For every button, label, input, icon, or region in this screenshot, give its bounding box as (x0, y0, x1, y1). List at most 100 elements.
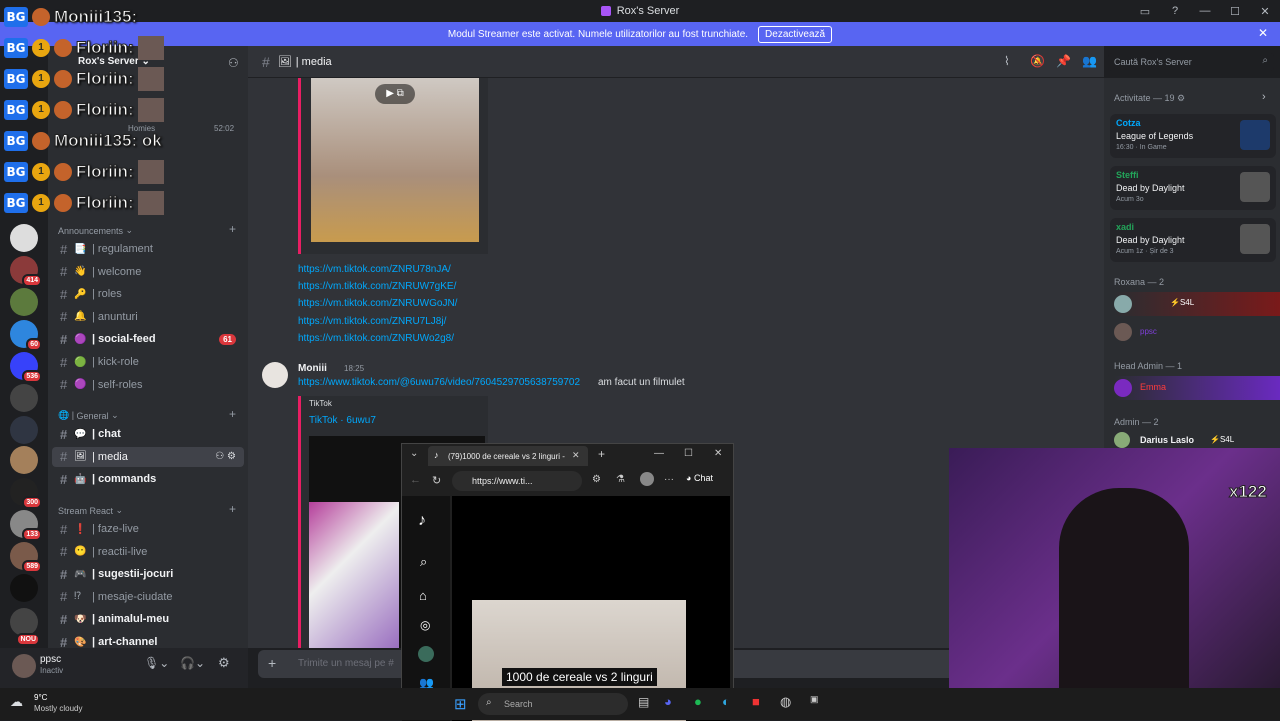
disable-streamer-button[interactable]: Dezactivează (758, 25, 833, 43)
new-tab-icon[interactable]: + (598, 447, 605, 461)
category-general[interactable]: 🌐 | General ⌄ (58, 410, 119, 421)
microphone-icon[interactable]: 🎙⌄ (144, 656, 169, 670)
activity-card[interactable]: xadi Dead by Daylight Acum 1z · Șir de 3 (1110, 218, 1276, 262)
channel-commands[interactable]: # 🤖 | commands (52, 469, 244, 489)
add-channel-icon[interactable]: + (229, 502, 236, 516)
close-icon[interactable]: ✕ (714, 448, 722, 459)
address-bar[interactable]: https://www.ti... (452, 471, 582, 491)
channel-welcome[interactable]: # 👋 | welcome (52, 262, 244, 282)
tiktok-link[interactable]: https://vm.tiktok.com/ZNRUWGoJN/ (298, 298, 457, 309)
maximize-icon[interactable]: ☐ (684, 448, 693, 459)
taskbar-search[interactable]: ⌕ Search (478, 693, 628, 715)
windows-start-icon[interactable]: ⊞ (454, 695, 467, 713)
spotify-icon[interactable]: ● (694, 694, 702, 709)
message-link[interactable]: https://www.tiktok.com/@6uwu76/video/760… (298, 377, 580, 388)
inbox-icon[interactable]: ▭ (1130, 5, 1160, 18)
server-icon[interactable]: 133 (10, 510, 42, 541)
tiktok-link[interactable]: https://vm.tiktok.com/ZNRU7LJ8j/ (298, 316, 446, 327)
banner-close-icon[interactable]: ✕ (1258, 26, 1268, 40)
copilot-chat-button[interactable]: ◕ Chat (686, 473, 713, 483)
search-input[interactable]: Caută Rox's Server ⌕ (1108, 53, 1274, 71)
add-channel-icon[interactable]: + (229, 222, 236, 236)
collections-icon[interactable]: ⚗ (616, 474, 625, 485)
server-icon[interactable]: 536 (10, 352, 42, 383)
channel-media[interactable]: # 🖼 | media ⚇ ⚙ (52, 446, 244, 467)
channel-social-feed[interactable]: # 🟣 | social-feed 61 (52, 329, 244, 349)
chevron-right-icon[interactable]: › (1262, 91, 1266, 103)
home-icon[interactable]: ⌂ (419, 588, 427, 603)
server-icon[interactable] (10, 384, 38, 412)
channel-mesaje-ciudate[interactable]: # ⁉ | mesaje-ciudate (52, 587, 244, 607)
notifications-icon[interactable]: 🔕 (1030, 54, 1045, 68)
channel-kick-role[interactable]: # 🟢 | kick-role (52, 352, 244, 372)
member-row[interactable]: ppsc (1114, 321, 1280, 343)
server-icon[interactable]: 589 (10, 542, 42, 573)
channel-anunturi[interactable]: # 🔔 | anunturi (52, 307, 244, 327)
category-stream-react[interactable]: Stream React ⌄ (58, 505, 123, 516)
tiktok-link[interactable]: https://vm.tiktok.com/ZNRU78nJA/ (298, 264, 451, 275)
play-icon[interactable]: ▶ ⧉ (375, 84, 415, 104)
server-icon[interactable]: NOU (10, 608, 40, 646)
tiktok-logo-icon[interactable]: ♪ (418, 512, 426, 530)
settings-gear-icon[interactable]: ⚙ (218, 655, 230, 671)
username[interactable]: ppsc (40, 654, 61, 665)
maximize-icon[interactable]: ☐ (1220, 5, 1250, 18)
activity-card[interactable]: Steffi Dead by Daylight Acum 3o (1110, 166, 1276, 210)
app-icon[interactable]: ■ (752, 694, 760, 709)
author-avatar[interactable] (262, 362, 288, 388)
server-icon[interactable]: 60 (10, 320, 42, 351)
search-icon[interactable]: ⌕ (420, 554, 427, 570)
server-icon[interactable] (10, 416, 38, 444)
channel-animalul-meu[interactable]: # 🐶 | animalul-meu (52, 609, 244, 629)
invite-icon[interactable]: ⚇ (228, 56, 239, 70)
server-icon[interactable] (10, 288, 38, 316)
channel-roles[interactable]: # 🔑 | roles (52, 284, 244, 304)
browser-tab[interactable]: ♪ (79)1000 de cereale vs 2 linguri - t ✕ (428, 446, 588, 466)
channel-chat[interactable]: # 💬 | chat (52, 424, 244, 444)
minimize-icon[interactable]: — (1190, 5, 1220, 17)
member-row[interactable]: Emma (1114, 376, 1280, 400)
back-icon[interactable]: ← (410, 474, 421, 486)
channel-regulament[interactable]: # 📑 | regulament (52, 239, 244, 259)
extensions-icon[interactable]: ⚙ (592, 474, 601, 485)
upload-plus-icon[interactable]: + (268, 655, 276, 671)
threads-icon[interactable]: ⌇ (1004, 54, 1010, 68)
pin-icon[interactable]: 📌 (1056, 54, 1071, 68)
tab-close-icon[interactable]: ✕ (572, 450, 580, 461)
following-icon[interactable] (418, 646, 434, 662)
activity-card[interactable]: Cotza League of Legends 16:30 · In Game (1110, 114, 1276, 158)
server-icon[interactable]: 414 (10, 256, 42, 287)
embed-thumbnail[interactable] (309, 502, 399, 648)
headphones-icon[interactable]: 🎧⌄ (180, 656, 205, 670)
channel-reactii-live[interactable]: # 😶 | reactii-live (52, 542, 244, 562)
tiktok-link[interactable]: https://vm.tiktok.com/ZNRUW7gKE/ (298, 281, 456, 292)
add-channel-icon[interactable]: + (229, 407, 236, 421)
server-icon[interactable] (10, 224, 38, 252)
server-icon[interactable] (10, 446, 38, 474)
discord-icon[interactable]: ◕ (664, 694, 672, 709)
minimize-icon[interactable]: — (654, 448, 664, 459)
embed-title[interactable]: TikTok · 6uwu7 (309, 415, 376, 426)
member-row[interactable]: Darius Laslo ⚡S4L (1114, 432, 1280, 448)
profile-avatar[interactable] (640, 472, 654, 486)
video-embed[interactable]: ▶ ⧉ (298, 78, 488, 254)
member-row[interactable]: ⚡S4L (1114, 292, 1280, 316)
refresh-icon[interactable]: ↻ (432, 474, 441, 487)
tiktok-link[interactable]: https://vm.tiktok.com/ZNRUWo2g8/ (298, 333, 454, 344)
members-icon[interactable]: 👥 (1082, 54, 1097, 68)
explore-icon[interactable]: ◎ (420, 618, 430, 632)
channel-faze-live[interactable]: # ❗ | faze-live (52, 519, 244, 539)
app-icon[interactable]: ◍ (780, 694, 791, 710)
channel-settings-icon[interactable]: ⚇ ⚙ (215, 451, 236, 462)
tab-list-icon[interactable]: ⌄ (410, 448, 418, 459)
avatar[interactable] (12, 654, 36, 678)
category-announcements[interactable]: Announcements ⌄ (58, 225, 133, 236)
task-view-icon[interactable]: ▤ (638, 695, 649, 709)
edge-icon[interactable]: ◐ (722, 694, 730, 709)
weather-icon[interactable]: ☁ (10, 694, 23, 710)
help-icon[interactable]: ? (1160, 5, 1190, 17)
channel-sugestii-jocuri[interactable]: # 🎮 | sugestii-jocuri (52, 564, 244, 584)
author-name[interactable]: Moniii (298, 363, 327, 374)
server-icon[interactable] (10, 574, 38, 602)
epic-games-icon[interactable]: ▣ (810, 694, 819, 705)
